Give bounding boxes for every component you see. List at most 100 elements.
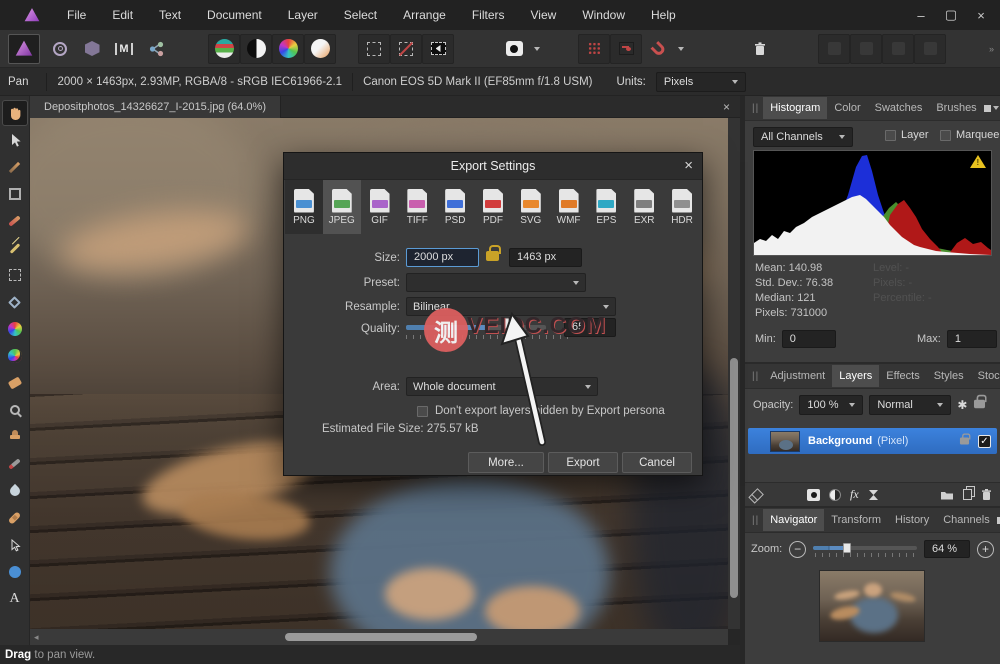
menu-view[interactable]: View (518, 4, 570, 26)
gear-icon[interactable]: ✱ (957, 398, 967, 412)
max-input[interactable]: 1 (947, 330, 997, 348)
tab-channels[interactable]: Channels (936, 509, 996, 531)
format-tab-tiff[interactable]: TIFF (398, 180, 436, 234)
tab-effects[interactable]: Effects (879, 365, 926, 387)
layer-checkbox[interactable]: Layer (885, 129, 929, 141)
checkbox-icon[interactable] (885, 130, 896, 141)
node-tool[interactable] (2, 532, 28, 558)
tab-layers[interactable]: Layers (832, 365, 879, 387)
layer-visibility-checkbox[interactable]: ✓ (978, 435, 991, 448)
dodge-brush-tool[interactable] (2, 397, 28, 423)
horizontal-scrollbar[interactable]: ◂ (30, 629, 728, 645)
format-tab-pdf[interactable]: PDF (474, 180, 512, 234)
snapping-button[interactable] (610, 34, 642, 64)
dialog-header[interactable]: Export Settings × (284, 153, 702, 180)
mask-icon[interactable] (807, 489, 820, 501)
frame-mode-button[interactable] (422, 34, 454, 64)
menu-select[interactable]: Select (331, 4, 390, 26)
format-tab-gif[interactable]: GIF (361, 180, 399, 234)
blend-mode-dropdown[interactable]: Normal (869, 395, 951, 415)
grid-button[interactable] (578, 34, 610, 64)
dialog-close-icon[interactable]: × (684, 157, 693, 174)
opacity-dropdown[interactable]: 100 % (799, 395, 863, 415)
zoom-out-button[interactable]: − (789, 541, 806, 558)
lock-layer-icon[interactable] (973, 399, 986, 412)
delete-button[interactable] (744, 34, 776, 64)
erase-brush-tool[interactable] (2, 370, 28, 396)
flood-select-tool[interactable] (2, 235, 28, 261)
format-tab-png[interactable]: PNG (285, 180, 323, 234)
marquee-checkbox[interactable]: Marquee (940, 129, 999, 141)
auto-colours-button[interactable] (272, 34, 304, 64)
menu-text[interactable]: Text (146, 4, 194, 26)
vertical-scrollbar[interactable] (728, 118, 740, 629)
assistant-button[interactable] (498, 34, 530, 64)
document-close-icon[interactable]: × (713, 100, 740, 114)
format-tab-hdr[interactable]: HDR (663, 180, 701, 234)
tab-history[interactable]: History (888, 509, 936, 531)
format-tab-svg[interactable]: SVG (512, 180, 550, 234)
preset-dropdown[interactable] (406, 273, 586, 292)
layer-lock-icon[interactable] (960, 438, 969, 445)
panel-drag-handle[interactable]: || (748, 103, 763, 114)
panel-drag-handle[interactable]: || (748, 515, 763, 526)
selection-brush-tool[interactable] (2, 208, 28, 234)
format-tab-wmf[interactable]: WMF (550, 180, 588, 234)
size-height-input[interactable]: 1463 px (509, 248, 582, 267)
panel-drag-handle[interactable]: || (748, 371, 763, 382)
menu-filters[interactable]: Filters (459, 4, 518, 26)
shape-tool[interactable] (2, 559, 28, 585)
layer-row-background[interactable]: Background (Pixel) ✓ (748, 428, 997, 454)
liquify-persona-button[interactable] (44, 34, 76, 64)
export-button[interactable]: Export (548, 452, 618, 473)
view-hand-tool[interactable] (2, 100, 28, 126)
minimize-button[interactable]: – (908, 4, 934, 26)
format-tab-eps[interactable]: EPS (588, 180, 626, 234)
folder-icon[interactable] (940, 489, 954, 500)
marquee-mode-button[interactable] (358, 34, 390, 64)
tab-stock[interactable]: Stock (971, 365, 1000, 387)
menu-layer[interactable]: Layer (275, 4, 331, 26)
scroll-left-icon[interactable]: ◂ (30, 632, 39, 643)
tab-transform[interactable]: Transform (824, 509, 888, 531)
mixer-brush-tool[interactable] (2, 451, 28, 477)
cancel-button[interactable]: Cancel (622, 452, 692, 473)
menu-help[interactable]: Help (638, 4, 689, 26)
tab-navigator[interactable]: Navigator (763, 509, 824, 531)
marquee-tool[interactable] (2, 262, 28, 288)
fx-icon[interactable]: fx (850, 487, 859, 502)
assistant-caret-icon[interactable] (534, 47, 540, 51)
tone-map-persona-button[interactable]: M (108, 34, 140, 64)
checkbox-icon[interactable] (940, 130, 951, 141)
menu-arrange[interactable]: Arrange (390, 4, 459, 26)
min-input[interactable]: 0 (782, 330, 836, 348)
color-picker-tool[interactable] (2, 154, 28, 180)
format-tab-jpeg[interactable]: JPEG (323, 180, 361, 234)
tab-brushes[interactable]: Brushes (929, 97, 983, 119)
text-tool[interactable]: A (2, 586, 28, 612)
flood-fill-tool[interactable] (2, 289, 28, 315)
auto-contrast-button[interactable] (240, 34, 272, 64)
size-width-input[interactable]: 2000 px (406, 248, 479, 267)
tab-swatches[interactable]: Swatches (868, 97, 930, 119)
zoom-input[interactable]: 64 % (924, 540, 970, 558)
checkbox-icon[interactable] (417, 406, 428, 417)
magnet-caret-icon[interactable] (678, 47, 684, 51)
warning-icon[interactable]: ! (970, 155, 986, 168)
format-tab-psd[interactable]: PSD (436, 180, 474, 234)
more-button[interactable]: More... (468, 452, 544, 473)
panel-menu-icon[interactable] (984, 105, 1000, 112)
export-persona-button[interactable] (140, 34, 172, 64)
toolbar-overflow[interactable]: » (989, 44, 1000, 54)
photo-persona-button[interactable] (8, 34, 40, 64)
zoom-in-button[interactable]: + (977, 541, 994, 558)
zoom-slider[interactable] (813, 542, 917, 556)
gradient-tool[interactable] (2, 316, 28, 342)
document-tab[interactable]: Depositphotos_14326627_I-2015.jpg (64.0%… (30, 96, 281, 118)
duplicate-icon[interactable] (963, 489, 972, 500)
tab-adjustment[interactable]: Adjustment (763, 365, 832, 387)
paint-brush-tool[interactable] (2, 343, 28, 369)
move-tool[interactable] (2, 127, 28, 153)
healing-brush-tool[interactable] (2, 505, 28, 531)
tab-styles[interactable]: Styles (927, 365, 971, 387)
